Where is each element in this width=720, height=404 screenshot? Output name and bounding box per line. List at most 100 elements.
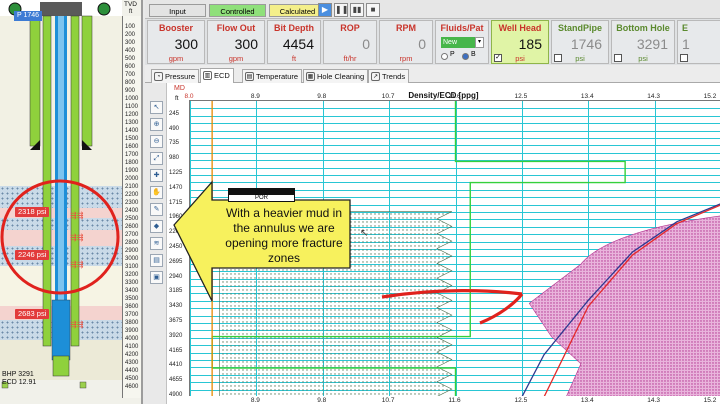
fluids-label: Fluids/Pat <box>440 23 484 33</box>
x-tick-label: 9.8 <box>317 397 327 404</box>
y-tick-label: 3920 <box>169 332 183 339</box>
tvd-tick: 100 <box>125 24 136 30</box>
zone-pressure-label: 2246 psi <box>15 250 50 260</box>
input-mode-button[interactable]: Input <box>149 4 206 17</box>
stop-icon[interactable]: ■ <box>366 3 380 17</box>
chevron-down-icon[interactable]: ▾ <box>475 37 484 48</box>
booster-unit: gpm <box>168 54 184 63</box>
zoom-icon[interactable]: ⊕ <box>150 118 163 131</box>
tab-hole-cleaning[interactable]: ▦ Hole Cleaning <box>303 69 369 83</box>
bit-depth-unit: ft <box>291 54 297 63</box>
x-tick-label: 8.0 <box>184 93 194 100</box>
bottom-hole-label: Bottom Hole <box>616 23 670 33</box>
wellbore-drawing <box>0 2 120 389</box>
p-radio[interactable] <box>441 53 448 60</box>
standpipe-checkbox[interactable] <box>554 54 562 62</box>
play-icon[interactable]: ▶ <box>318 3 332 17</box>
x-tick-label: 15.2 <box>703 397 717 404</box>
pointer-icon[interactable]: ↖ <box>150 101 163 114</box>
y-tick-label: 980 <box>169 155 180 162</box>
tvd-tick: 1300 <box>125 120 139 126</box>
tvd-tick: 3700 <box>125 312 139 318</box>
tvd-tick: 2000 <box>125 176 139 182</box>
tvd-tick: 4400 <box>125 368 139 374</box>
controlled-mode-button[interactable]: Controlled <box>209 4 266 17</box>
tvd-tick: 1800 <box>125 160 139 166</box>
tvd-depth-axis: 100 200 300 400 500 600 700 800 900 1000 1100 1200 1… <box>122 16 141 398</box>
flow-out-value: 300 <box>234 36 258 52</box>
zoom-out-icon[interactable]: ⊖ <box>150 135 163 148</box>
tab-pressure[interactable]: ◔ Pressure <box>151 69 200 83</box>
fit-icon[interactable]: ⤢ <box>150 152 163 165</box>
surface-pressure-label: P 1746 <box>14 11 43 21</box>
bit-depth-label: Bit Depth <box>274 23 314 33</box>
tvd-tick: 300 <box>125 40 136 46</box>
bottom-hole-checkbox[interactable] <box>614 54 622 62</box>
standpipe-label: StandPipe <box>557 23 602 33</box>
extra-pressure-field[interactable]: E 1 <box>677 20 720 64</box>
mode-toolbar: Input Controlled Calculated ▶ ❚❚ ▮▮ ■ <box>145 0 720 19</box>
tab-ecd[interactable]: ▥ ECD <box>200 68 234 84</box>
b-radio[interactable] <box>462 53 469 60</box>
tvd-tick: 1000 <box>125 96 139 102</box>
x-tick-label: 12.5 <box>514 93 528 100</box>
chart-icon: ▥ <box>203 71 212 80</box>
extra-pressure-checkbox[interactable] <box>680 54 688 62</box>
fracture-marks: ⇶⇶ <box>70 260 84 269</box>
tvd-tick: 1200 <box>125 112 139 118</box>
rop-value: 0 <box>362 36 370 52</box>
x-tick-label: 11.6 <box>448 397 461 404</box>
x-tick-label: 8.9 <box>250 397 260 404</box>
tvd-tick: 3400 <box>125 288 139 294</box>
flow-out-unit: gpm <box>228 54 244 63</box>
tvd-tick: 3100 <box>125 264 139 270</box>
rop-label: ROP <box>340 23 360 33</box>
y-tick-label: 4410 <box>169 362 183 369</box>
bit-depth-value: 4454 <box>282 36 314 52</box>
bhp-label: BHP 3291 <box>2 371 34 378</box>
extra-pressure-label: E <box>682 23 689 33</box>
zone-pressure-label: 2683 psi <box>15 309 50 319</box>
booster-label: Booster <box>158 23 193 33</box>
well-head-field[interactable]: Well Head 185 psi ✓ <box>491 20 549 64</box>
rpm-value: 0 <box>418 36 426 52</box>
rpm-field[interactable]: RPM 0 rpm <box>379 20 433 64</box>
rop-field[interactable]: ROP 0 ft/hr <box>323 20 377 64</box>
tvd-tick: 2100 <box>125 184 139 190</box>
tvd-tick: 700 <box>125 72 136 78</box>
step-icon[interactable]: ▮▮ <box>350 3 364 17</box>
hole-cleaning-icon: ▦ <box>306 72 315 81</box>
y-tick-label: 735 <box>169 140 180 147</box>
callout-text: With a heavier mud in the annulus we are… <box>225 206 343 265</box>
tvd-tick: 4200 <box>125 352 139 358</box>
fracture-marks: ⇶⇶ <box>70 211 84 220</box>
well-head-checkbox[interactable]: ✓ <box>494 54 502 62</box>
ecd-label: ECD 12.91 <box>2 379 37 386</box>
tvd-tick: 1500 <box>125 136 139 142</box>
tvd-tick: 900 <box>125 88 136 94</box>
flow-out-field[interactable]: Flow Out 300 gpm <box>207 20 265 64</box>
pause-icon[interactable]: ❚❚ <box>334 3 348 17</box>
bottom-hole-field[interactable]: Bottom Hole 3291 psi <box>611 20 675 64</box>
fluid-select[interactable]: New <box>441 37 475 48</box>
standpipe-field[interactable]: StandPipe 1746 psi <box>551 20 609 64</box>
fracture-marks: ⇶⇶ <box>70 320 84 329</box>
rpm-label: RPM <box>396 23 416 33</box>
p-radio-label: P <box>450 51 455 58</box>
bit-depth-field[interactable]: Bit Depth 4454 ft <box>267 20 321 64</box>
tab-trends[interactable]: ↗ Trends <box>368 69 410 83</box>
tvd-tick: 2500 <box>125 216 139 222</box>
wellbore-schematic: P 1746 ⇶⇶ ⇶⇶ ⇶⇶ ⇶⇶ 2318 psi 2246 psi 268… <box>0 0 143 404</box>
x-tick-label: 12.5 <box>514 397 528 404</box>
y-tick-label: 490 <box>169 125 180 132</box>
tvd-tick: 3600 <box>125 304 139 310</box>
rpm-unit: rpm <box>399 54 413 63</box>
tab-temperature[interactable]: ▤ Temperature <box>242 69 303 83</box>
trends-icon: ↗ <box>371 72 380 81</box>
x-tick-label: 14.3 <box>647 93 660 100</box>
tvd-tick: 3000 <box>125 256 139 262</box>
booster-field[interactable]: Booster 300 gpm <box>147 20 205 64</box>
fracture-marks: ⇶⇶ <box>70 233 84 242</box>
tvd-unit: ft <box>129 9 133 15</box>
x-tick-label: 9.8 <box>317 93 327 100</box>
